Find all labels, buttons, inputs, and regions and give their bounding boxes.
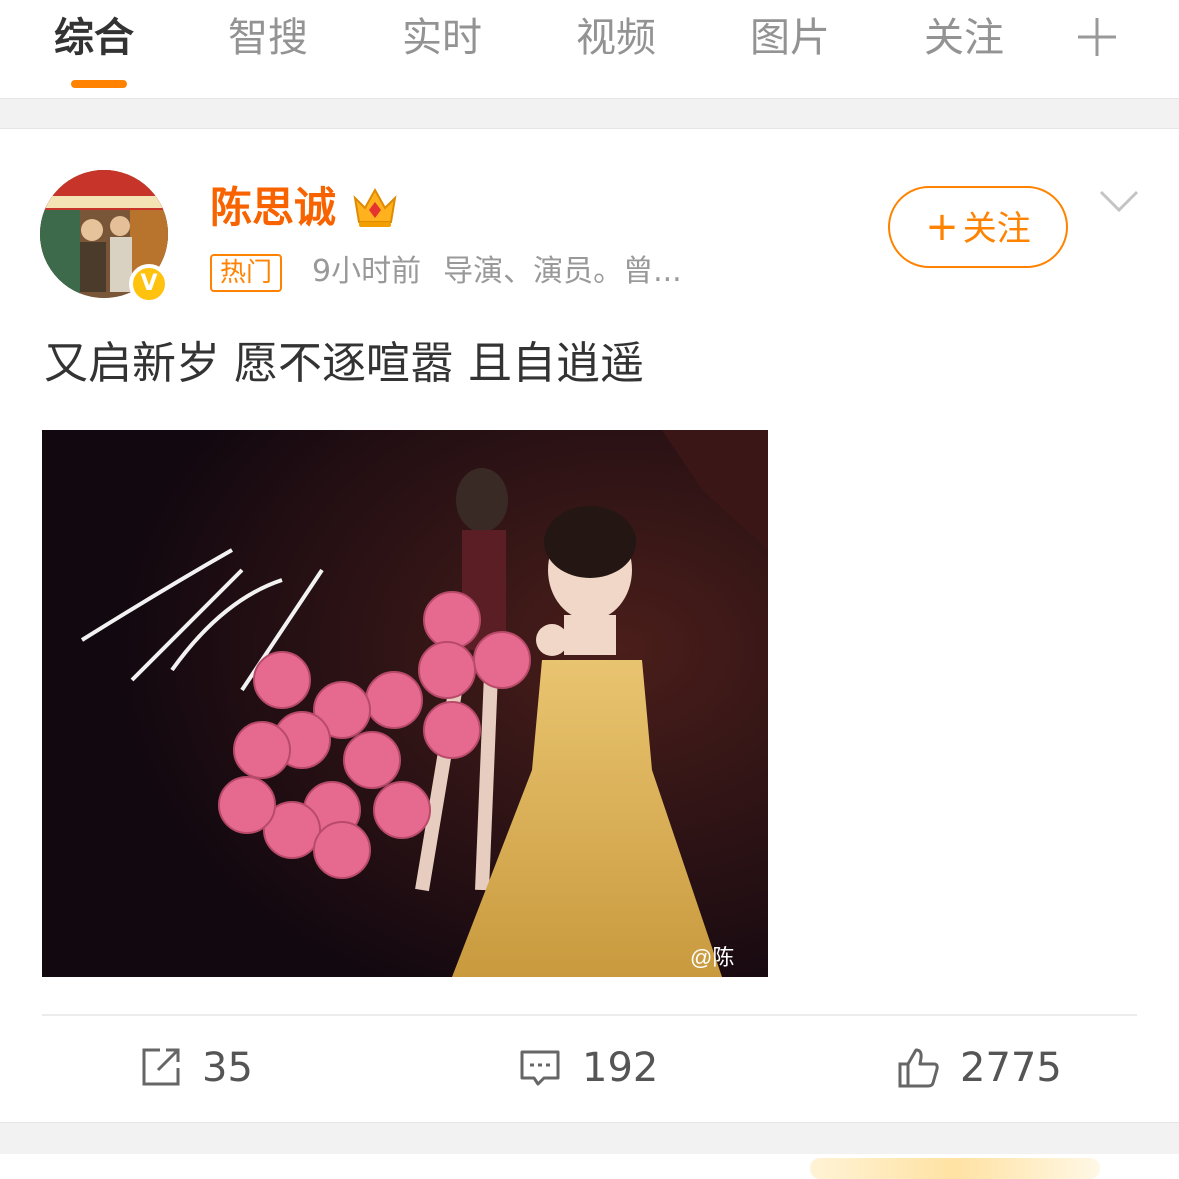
crown-icon — [353, 187, 397, 227]
section-gap — [0, 1122, 1179, 1154]
verified-icon: V — [129, 264, 169, 304]
chevron-down-icon[interactable] — [1098, 186, 1140, 216]
next-card-peek — [0, 1154, 1179, 1179]
card-divider — [42, 1014, 1137, 1016]
tab-smart-search[interactable]: 智搜 — [228, 8, 308, 68]
follow-plus-icon: + — [925, 204, 959, 250]
username[interactable]: 陈思诚 — [210, 181, 336, 235]
user-description: 导演、演员。曾... — [443, 254, 682, 289]
next-card-banner — [810, 1158, 1100, 1179]
post-photo: @陈 — [42, 430, 768, 977]
follow-label: 关注 — [962, 209, 1031, 249]
post-meta: 9小时前 导演、演员。曾... — [312, 252, 682, 292]
comment-count: 192 — [582, 1045, 659, 1091]
like-button[interactable]: 2775 — [896, 1040, 1062, 1096]
tab-images[interactable]: 图片 — [750, 8, 830, 68]
search-tab-bar: 综合 智搜 实时 视频 图片 关注 — [0, 0, 1179, 98]
repost-count: 35 — [202, 1045, 253, 1091]
like-icon — [898, 1048, 939, 1088]
hot-badge: 热门 — [210, 254, 283, 292]
tab-composite[interactable]: 综合 — [54, 8, 134, 68]
plus-icon[interactable] — [1076, 16, 1118, 58]
comment-icon — [520, 1050, 560, 1086]
like-count: 2775 — [960, 1045, 1062, 1091]
section-gap — [0, 98, 1179, 129]
tab-following[interactable]: 关注 — [924, 8, 1004, 68]
repost-icon — [142, 1048, 180, 1086]
tab-realtime[interactable]: 实时 — [402, 8, 482, 68]
image-watermark: @陈 — [690, 945, 734, 970]
active-tab-indicator — [71, 80, 127, 88]
post-text: 又启新岁 愿不逐喧嚣 且自逍遥 — [44, 338, 644, 389]
post-image[interactable]: @陈 — [42, 430, 768, 977]
follow-button[interactable]: + 关注 — [888, 186, 1068, 268]
repost-button[interactable]: 35 — [138, 1040, 253, 1096]
comment-button[interactable]: 192 — [518, 1040, 658, 1096]
tab-video[interactable]: 视频 — [576, 8, 656, 68]
post-time: 9小时前 — [312, 254, 422, 289]
